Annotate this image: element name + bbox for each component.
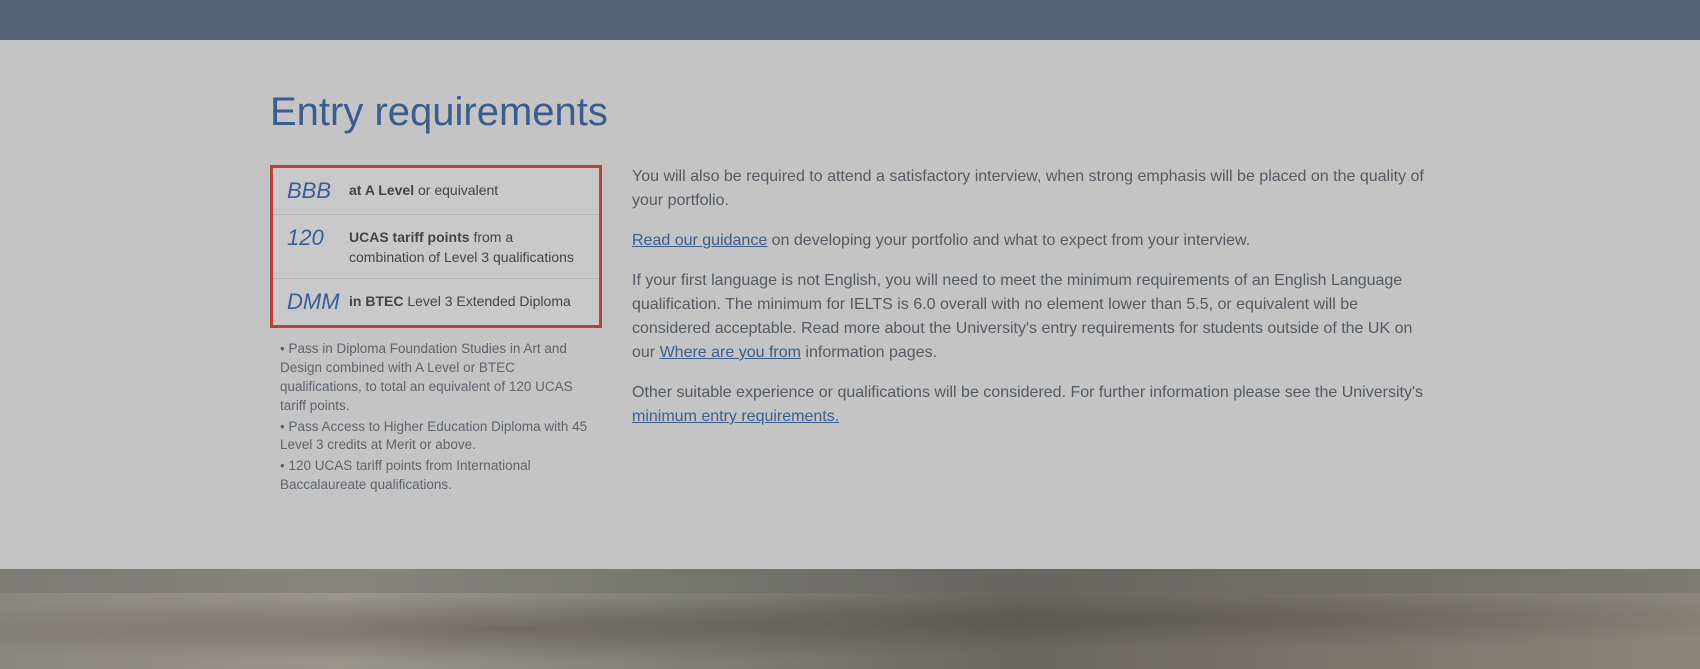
- requirement-row: BBB at A Level or equivalent: [273, 168, 599, 215]
- bullet-item: • 120 UCAS tariff points from Internatio…: [280, 457, 592, 495]
- requirement-desc: at A Level or equivalent: [349, 178, 498, 201]
- body-paragraph: Read our guidance on developing your por…: [632, 229, 1430, 253]
- min-entry-link[interactable]: minimum entry requirements.: [632, 408, 839, 425]
- requirement-row: 120 UCAS tariff points from a combinatio…: [273, 215, 599, 278]
- top-nav-bar: [0, 0, 1700, 40]
- main-content: Entry requirements BBB at A Level or equ…: [0, 40, 1700, 569]
- requirement-code: 120: [287, 225, 349, 251]
- requirement-desc: in BTEC Level 3 Extended Diploma: [349, 289, 571, 312]
- body-paragraph: You will also be required to attend a sa…: [632, 165, 1430, 213]
- requirement-code: DMM: [287, 289, 349, 315]
- requirements-box: BBB at A Level or equivalent 120 UCAS ta…: [270, 165, 602, 328]
- bullet-item: • Pass in Diploma Foundation Studies in …: [280, 340, 592, 416]
- page-heading: Entry requirements: [270, 90, 1430, 135]
- requirement-code: BBB: [287, 178, 349, 204]
- requirement-desc: UCAS tariff points from a combination of…: [349, 225, 585, 267]
- guidance-link[interactable]: Read our guidance: [632, 232, 767, 249]
- where-from-link[interactable]: Where are you from: [660, 344, 801, 361]
- body-paragraph: If your first language is not English, y…: [632, 269, 1430, 365]
- additional-requirements: • Pass in Diploma Foundation Studies in …: [270, 328, 602, 509]
- body-paragraph: Other suitable experience or qualificati…: [632, 381, 1430, 429]
- bullet-item: • Pass Access to Higher Education Diplom…: [280, 418, 592, 456]
- requirement-row: DMM in BTEC Level 3 Extended Diploma: [273, 279, 599, 325]
- footer-image-banner: [0, 569, 1700, 669]
